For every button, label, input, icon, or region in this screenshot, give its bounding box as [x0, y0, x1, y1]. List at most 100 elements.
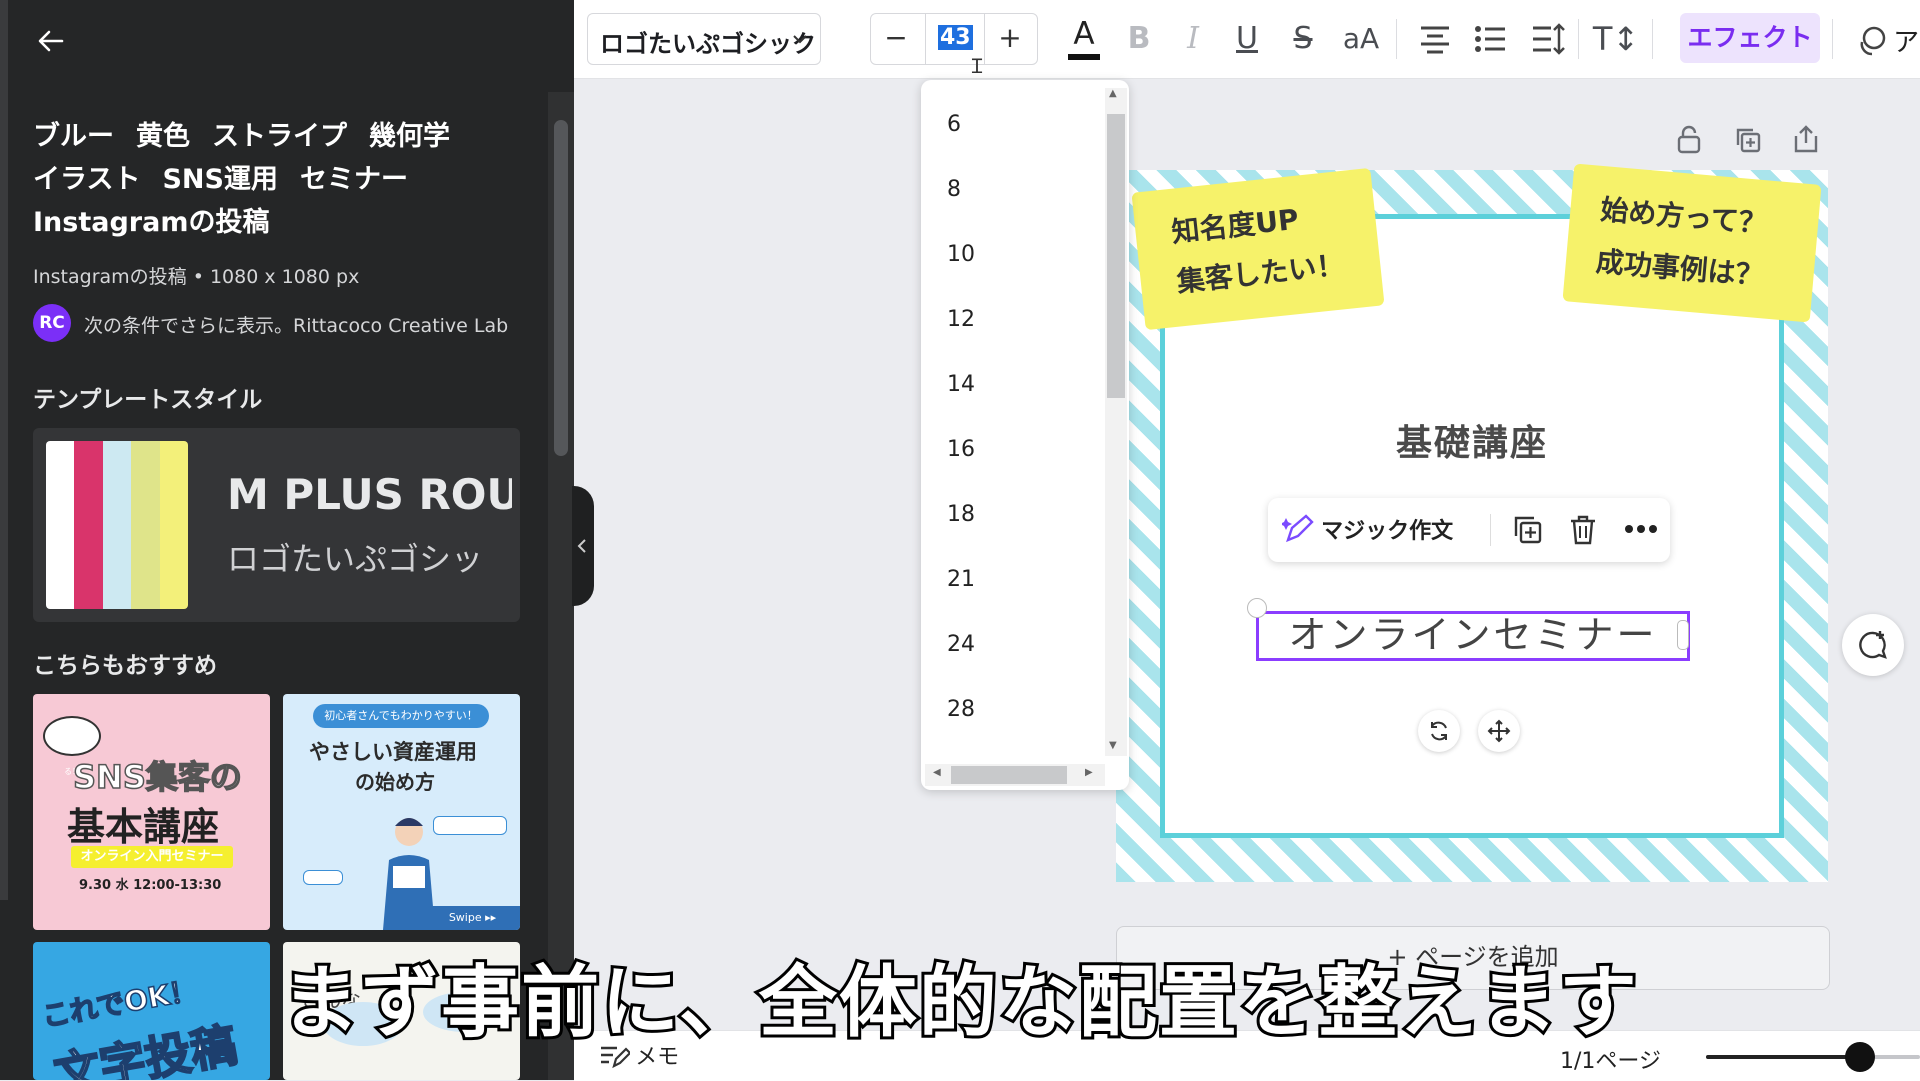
speech-bubble-right[interactable]: 始め方って？ 成功事例は？ [1562, 163, 1822, 323]
resize-handle[interactable] [1247, 598, 1267, 618]
creator-link[interactable]: 次の条件でさらに表示。Rittacoco Creative Lab [84, 311, 508, 338]
align-center-icon[interactable] [1418, 24, 1452, 54]
font-family-value: ロゴたいぷゴシック [600, 30, 816, 58]
tag-link[interactable]: イラスト [33, 158, 140, 201]
font-size-option[interactable]: 14 [947, 372, 975, 397]
vertical-text-icon[interactable]: T↕ [1592, 0, 1640, 78]
bold-icon[interactable]: B [1118, 0, 1160, 78]
animate-label: ア [1893, 28, 1920, 58]
zoom-slider[interactable] [1706, 1042, 1920, 1072]
rec-title-2: の始め方 [355, 770, 435, 794]
copy-icon[interactable] [1512, 514, 1544, 546]
style-font-heading: M PLUS ROU [227, 470, 512, 519]
scroll-down-arrow[interactable]: ▼ [1109, 740, 1117, 751]
move-icon [1487, 719, 1511, 743]
recommended-template[interactable]: 初心者さんでもわかりやすい！ やさしい資産運用 の始め方 つみたてNISA iD… [283, 694, 520, 930]
rec-badge: オンライン入門セミナー [71, 846, 233, 868]
dropdown-hscroll[interactable]: ◀ ▶ [925, 764, 1105, 786]
decrease-size-button[interactable]: − [871, 14, 921, 64]
font-size-stepper: − 43 Ｉ + [870, 13, 1038, 78]
share-page-icon[interactable] [1792, 124, 1820, 158]
rec-title: SNS集客の [72, 757, 242, 797]
speech-bubble-left[interactable]: 知名度UP 集客したい！ [1131, 167, 1385, 331]
font-size-option[interactable]: 6 [947, 112, 961, 137]
scrollbar-thumb[interactable] [554, 120, 568, 456]
text-color-swatch [1068, 54, 1100, 60]
rotate-handle[interactable] [1418, 710, 1460, 752]
template-style-card[interactable]: M PLUS ROU ロゴたいぷゴシッ [33, 428, 520, 622]
tag-link[interactable]: ストライプ [212, 115, 347, 158]
speech-bubble: ゼロから分かる！ [43, 716, 101, 776]
lock-icon[interactable] [1676, 124, 1702, 158]
trash-icon[interactable] [1568, 514, 1598, 546]
rec-pill: 初心者さんでもわかりやすい！ [313, 704, 489, 728]
tag-link[interactable]: 黄色 [136, 115, 190, 158]
collapse-panel-button[interactable] [572, 486, 594, 606]
underline-icon[interactable]: U [1226, 0, 1268, 78]
color-palette [46, 441, 188, 609]
line-spacing-icon[interactable] [1530, 22, 1566, 56]
palette-swatch [46, 441, 75, 609]
duplicate-page-icon[interactable] [1734, 126, 1762, 158]
more-icon[interactable] [1624, 524, 1658, 534]
back-button[interactable] [36, 26, 66, 60]
tag-link[interactable]: セミナー [300, 158, 408, 201]
font-size-dropdown: 6 8 10 12 14 16 18 21 24 28 ▲ ▼ ◀ ▶ [921, 80, 1129, 790]
magic-write-button[interactable]: マジック作文 [1280, 512, 1454, 546]
toolbar-divider [1832, 19, 1833, 59]
move-handle[interactable] [1478, 710, 1520, 752]
font-size-option[interactable]: 18 [947, 502, 975, 527]
font-family-dropdown[interactable]: ロゴたいぷゴシック [587, 13, 821, 65]
font-size-option[interactable]: 12 [947, 307, 975, 332]
tag-link[interactable]: SNS運用 [162, 158, 278, 201]
dropdown-vscroll[interactable]: ▲ ▼ [1105, 88, 1127, 756]
effects-button[interactable]: エフェクト [1680, 13, 1820, 63]
italic-icon[interactable]: I [1172, 0, 1214, 78]
tag-link[interactable]: Instagramの投稿 [33, 201, 269, 244]
palette-swatch [102, 441, 132, 609]
toolbar-divider [1652, 19, 1653, 59]
font-size-option[interactable]: 16 [947, 437, 975, 462]
magic-write-label: マジック作文 [1321, 519, 1454, 544]
template-meta: Instagramの投稿 • 1080 x 1080 px [33, 266, 360, 288]
rec-swipe: Swipe ▸▸ [425, 906, 520, 930]
letter-case-icon[interactable]: aA [1336, 0, 1386, 78]
dropdown-scroll-thumb[interactable] [1107, 114, 1125, 398]
scroll-left-arrow[interactable]: ◀ [933, 767, 941, 778]
add-comment-icon [1859, 631, 1887, 659]
palette-swatch [131, 441, 160, 609]
text-color-icon[interactable]: A [1062, 14, 1106, 64]
design-heading[interactable]: 基礎講座 [1116, 414, 1828, 466]
bubble-right-line2: 成功事例は？ [1594, 244, 1765, 293]
recommended-heading: こちらもおすすめ [33, 653, 217, 679]
animate-button[interactable]: ア [1854, 22, 1919, 59]
toolbar-divider [1396, 19, 1397, 59]
add-comment-button[interactable] [1842, 614, 1904, 676]
selected-textbox[interactable]: オンラインセミナー [1247, 598, 1690, 661]
bullet-list-icon[interactable] [1474, 24, 1508, 54]
resize-handle[interactable] [1677, 620, 1689, 650]
font-size-option[interactable]: 10 [947, 242, 975, 267]
rec-title: やさしい資産運用 [309, 740, 477, 764]
scroll-right-arrow[interactable]: ▶ [1085, 767, 1093, 778]
tag-link[interactable]: 幾何学 [369, 115, 450, 158]
recommended-template[interactable]: ゼロから分かる！ SNS集客の 基本講座 オンライン入門セミナー 9.30 水 … [33, 694, 270, 930]
font-size-option[interactable]: 21 [947, 567, 975, 592]
arrow-left-icon [38, 30, 64, 52]
selected-text: オンラインセミナー [1288, 613, 1658, 657]
scroll-up-arrow[interactable]: ▲ [1109, 88, 1117, 99]
increase-size-button[interactable]: + [985, 14, 1035, 64]
strikethrough-icon[interactable]: S [1282, 0, 1324, 78]
font-size-option[interactable]: 8 [947, 177, 961, 202]
dropdown-hscroll-thumb[interactable] [951, 766, 1067, 784]
panel-scrollbar[interactable] [548, 92, 574, 1080]
zoom-slider-fill [1706, 1055, 1861, 1059]
palette-swatch [159, 441, 188, 609]
font-size-option[interactable]: 28 [947, 697, 975, 722]
avatar[interactable]: RC [33, 304, 71, 342]
animate-icon [1860, 26, 1886, 55]
font-size-option[interactable]: 24 [947, 632, 975, 657]
rotate-icon [1431, 721, 1447, 741]
tag-link[interactable]: ブルー [33, 115, 114, 158]
font-size-input[interactable]: 43 Ｉ [925, 14, 987, 78]
